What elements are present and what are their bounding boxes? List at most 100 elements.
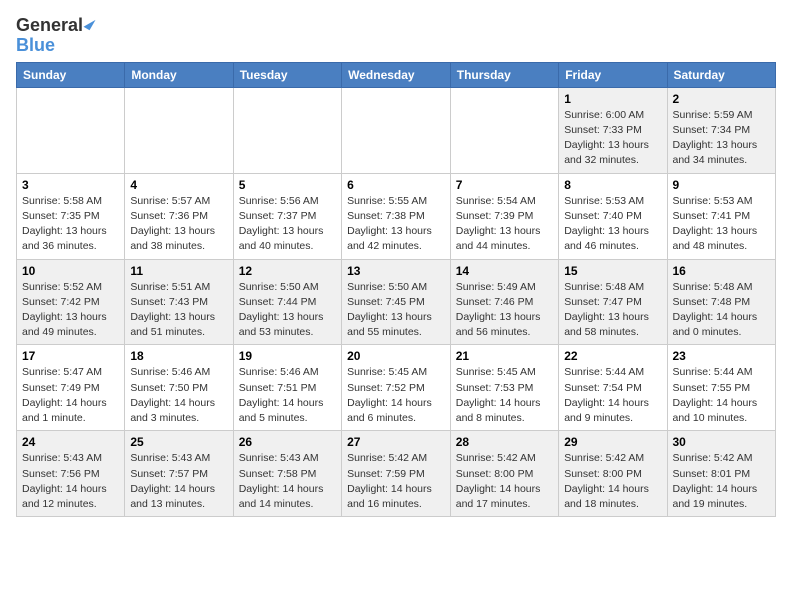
- day-info: Sunrise: 5:48 AM Sunset: 7:48 PM Dayligh…: [673, 280, 771, 341]
- calendar-cell: 8 Sunrise: 5:53 AM Sunset: 7:40 PM Daylig…: [559, 173, 667, 259]
- day-number: 21: [456, 349, 553, 363]
- page-header: General Blue: [16, 16, 776, 56]
- logo-blue-text: Blue: [16, 35, 55, 55]
- calendar-cell: 13 Sunrise: 5:50 AM Sunset: 7:45 PM Dayli…: [342, 259, 451, 345]
- calendar-cell: 15 Sunrise: 5:48 AM Sunset: 7:47 PM Dayli…: [559, 259, 667, 345]
- day-number: 2: [673, 92, 771, 106]
- day-info: Sunrise: 5:46 AM Sunset: 7:50 PM Dayligh…: [130, 365, 227, 426]
- day-info: Sunrise: 5:42 AM Sunset: 8:00 PM Dayligh…: [564, 451, 661, 512]
- day-number: 22: [564, 349, 661, 363]
- calendar-cell: 23 Sunrise: 5:44 AM Sunset: 7:55 PM Dayli…: [667, 345, 776, 431]
- logo-text: General: [16, 16, 92, 36]
- calendar-cell: 25 Sunrise: 5:43 AM Sunset: 7:57 PM Dayli…: [125, 431, 233, 517]
- day-info: Sunrise: 5:48 AM Sunset: 7:47 PM Dayligh…: [564, 280, 661, 341]
- day-number: 20: [347, 349, 445, 363]
- calendar-cell: 3 Sunrise: 5:58 AM Sunset: 7:35 PM Daylig…: [17, 173, 125, 259]
- calendar-cell: 6 Sunrise: 5:55 AM Sunset: 7:38 PM Daylig…: [342, 173, 451, 259]
- calendar-cell: 26Sunrise: 5:43 AM Sunset: 7:58 PM Dayli…: [233, 431, 341, 517]
- calendar-week-row: 3 Sunrise: 5:58 AM Sunset: 7:35 PM Daylig…: [17, 173, 776, 259]
- calendar-week-row: 24 Sunrise: 5:43 AM Sunset: 7:56 PM Dayli…: [17, 431, 776, 517]
- calendar-week-row: 10 Sunrise: 5:52 AM Sunset: 7:42 PM Dayli…: [17, 259, 776, 345]
- day-number: 3: [22, 178, 119, 192]
- calendar-week-row: 17 Sunrise: 5:47 AM Sunset: 7:49 PM Dayli…: [17, 345, 776, 431]
- day-number: 30: [673, 435, 771, 449]
- weekday-header-monday: Monday: [125, 62, 233, 87]
- day-number: 15: [564, 264, 661, 278]
- day-info: Sunrise: 5:42 AM Sunset: 7:59 PM Dayligh…: [347, 451, 445, 512]
- day-number: 26: [239, 435, 336, 449]
- calendar-cell: 21 Sunrise: 5:45 AM Sunset: 7:53 PM Dayli…: [450, 345, 558, 431]
- day-number: 25: [130, 435, 227, 449]
- day-number: 11: [130, 264, 227, 278]
- day-number: 13: [347, 264, 445, 278]
- day-info: Sunrise: 5:54 AM Sunset: 7:39 PM Dayligh…: [456, 194, 553, 255]
- weekday-header-sunday: Sunday: [17, 62, 125, 87]
- day-info: Sunrise: 5:57 AM Sunset: 7:36 PM Dayligh…: [130, 194, 227, 255]
- calendar-cell: 9 Sunrise: 5:53 AM Sunset: 7:41 PM Daylig…: [667, 173, 776, 259]
- day-info: Sunrise: 5:42 AM Sunset: 8:01 PM Dayligh…: [673, 451, 771, 512]
- day-number: 4: [130, 178, 227, 192]
- calendar-cell: [450, 87, 558, 173]
- calendar-cell: 11 Sunrise: 5:51 AM Sunset: 7:43 PM Dayli…: [125, 259, 233, 345]
- day-info: Sunrise: 5:53 AM Sunset: 7:41 PM Dayligh…: [673, 194, 771, 255]
- calendar-cell: 19Sunrise: 5:46 AM Sunset: 7:51 PM Dayli…: [233, 345, 341, 431]
- day-info: Sunrise: 5:53 AM Sunset: 7:40 PM Dayligh…: [564, 194, 661, 255]
- weekday-header-wednesday: Wednesday: [342, 62, 451, 87]
- calendar-cell: 24 Sunrise: 5:43 AM Sunset: 7:56 PM Dayli…: [17, 431, 125, 517]
- calendar-cell: 4 Sunrise: 5:57 AM Sunset: 7:36 PM Daylig…: [125, 173, 233, 259]
- day-number: 16: [673, 264, 771, 278]
- day-info: Sunrise: 5:51 AM Sunset: 7:43 PM Dayligh…: [130, 280, 227, 341]
- weekday-header-row: SundayMondayTuesdayWednesdayThursdayFrid…: [17, 62, 776, 87]
- day-info: Sunrise: 5:45 AM Sunset: 7:53 PM Dayligh…: [456, 365, 553, 426]
- day-info: Sunrise: 5:58 AM Sunset: 7:35 PM Dayligh…: [22, 194, 119, 255]
- day-info: Sunrise: 5:46 AM Sunset: 7:51 PM Dayligh…: [239, 365, 336, 426]
- day-info: Sunrise: 5:42 AM Sunset: 8:00 PM Dayligh…: [456, 451, 553, 512]
- weekday-header-saturday: Saturday: [667, 62, 776, 87]
- weekday-header-thursday: Thursday: [450, 62, 558, 87]
- day-number: 27: [347, 435, 445, 449]
- day-info: Sunrise: 5:44 AM Sunset: 7:54 PM Dayligh…: [564, 365, 661, 426]
- logo: General Blue: [16, 16, 92, 56]
- day-number: 28: [456, 435, 553, 449]
- day-info: Sunrise: 5:56 AM Sunset: 7:37 PM Dayligh…: [239, 194, 336, 255]
- day-number: 8: [564, 178, 661, 192]
- day-number: 10: [22, 264, 119, 278]
- day-info: Sunrise: 5:55 AM Sunset: 7:38 PM Dayligh…: [347, 194, 445, 255]
- day-info: Sunrise: 5:52 AM Sunset: 7:42 PM Dayligh…: [22, 280, 119, 341]
- calendar-cell: 12Sunrise: 5:50 AM Sunset: 7:44 PM Dayli…: [233, 259, 341, 345]
- calendar-cell: 20 Sunrise: 5:45 AM Sunset: 7:52 PM Dayli…: [342, 345, 451, 431]
- day-number: 9: [673, 178, 771, 192]
- calendar-cell: 16 Sunrise: 5:48 AM Sunset: 7:48 PM Dayli…: [667, 259, 776, 345]
- day-number: 6: [347, 178, 445, 192]
- day-number: 1: [564, 92, 661, 106]
- day-info: Sunrise: 5:50 AM Sunset: 7:44 PM Dayligh…: [239, 280, 336, 341]
- day-info: Sunrise: 5:50 AM Sunset: 7:45 PM Dayligh…: [347, 280, 445, 341]
- day-number: 17: [22, 349, 119, 363]
- day-info: Sunrise: 5:44 AM Sunset: 7:55 PM Dayligh…: [673, 365, 771, 426]
- day-info: Sunrise: 5:59 AM Sunset: 7:34 PM Dayligh…: [673, 108, 771, 169]
- day-number: 18: [130, 349, 227, 363]
- calendar-cell: 22 Sunrise: 5:44 AM Sunset: 7:54 PM Dayli…: [559, 345, 667, 431]
- day-info: Sunrise: 5:47 AM Sunset: 7:49 PM Dayligh…: [22, 365, 119, 426]
- day-number: 23: [673, 349, 771, 363]
- day-number: 24: [22, 435, 119, 449]
- calendar-cell: [233, 87, 341, 173]
- day-number: 7: [456, 178, 553, 192]
- calendar-week-row: 1 Sunrise: 6:00 AM Sunset: 7:33 PM Daylig…: [17, 87, 776, 173]
- day-number: 14: [456, 264, 553, 278]
- day-info: Sunrise: 5:43 AM Sunset: 7:56 PM Dayligh…: [22, 451, 119, 512]
- calendar-cell: [125, 87, 233, 173]
- calendar-cell: 10 Sunrise: 5:52 AM Sunset: 7:42 PM Dayli…: [17, 259, 125, 345]
- day-info: Sunrise: 6:00 AM Sunset: 7:33 PM Dayligh…: [564, 108, 661, 169]
- day-info: Sunrise: 5:45 AM Sunset: 7:52 PM Dayligh…: [347, 365, 445, 426]
- calendar-cell: 5 Sunrise: 5:56 AM Sunset: 7:37 PM Daylig…: [233, 173, 341, 259]
- day-number: 29: [564, 435, 661, 449]
- day-info: Sunrise: 5:43 AM Sunset: 7:57 PM Dayligh…: [130, 451, 227, 512]
- calendar-cell: 28 Sunrise: 5:42 AM Sunset: 8:00 PM Dayli…: [450, 431, 558, 517]
- calendar-cell: 18 Sunrise: 5:46 AM Sunset: 7:50 PM Dayli…: [125, 345, 233, 431]
- calendar-cell: 2 Sunrise: 5:59 AM Sunset: 7:34 PM Daylig…: [667, 87, 776, 173]
- calendar-table: SundayMondayTuesdayWednesdayThursdayFrid…: [16, 62, 776, 517]
- day-number: 5: [239, 178, 336, 192]
- calendar-cell: 1 Sunrise: 6:00 AM Sunset: 7:33 PM Daylig…: [559, 87, 667, 173]
- calendar-cell: [342, 87, 451, 173]
